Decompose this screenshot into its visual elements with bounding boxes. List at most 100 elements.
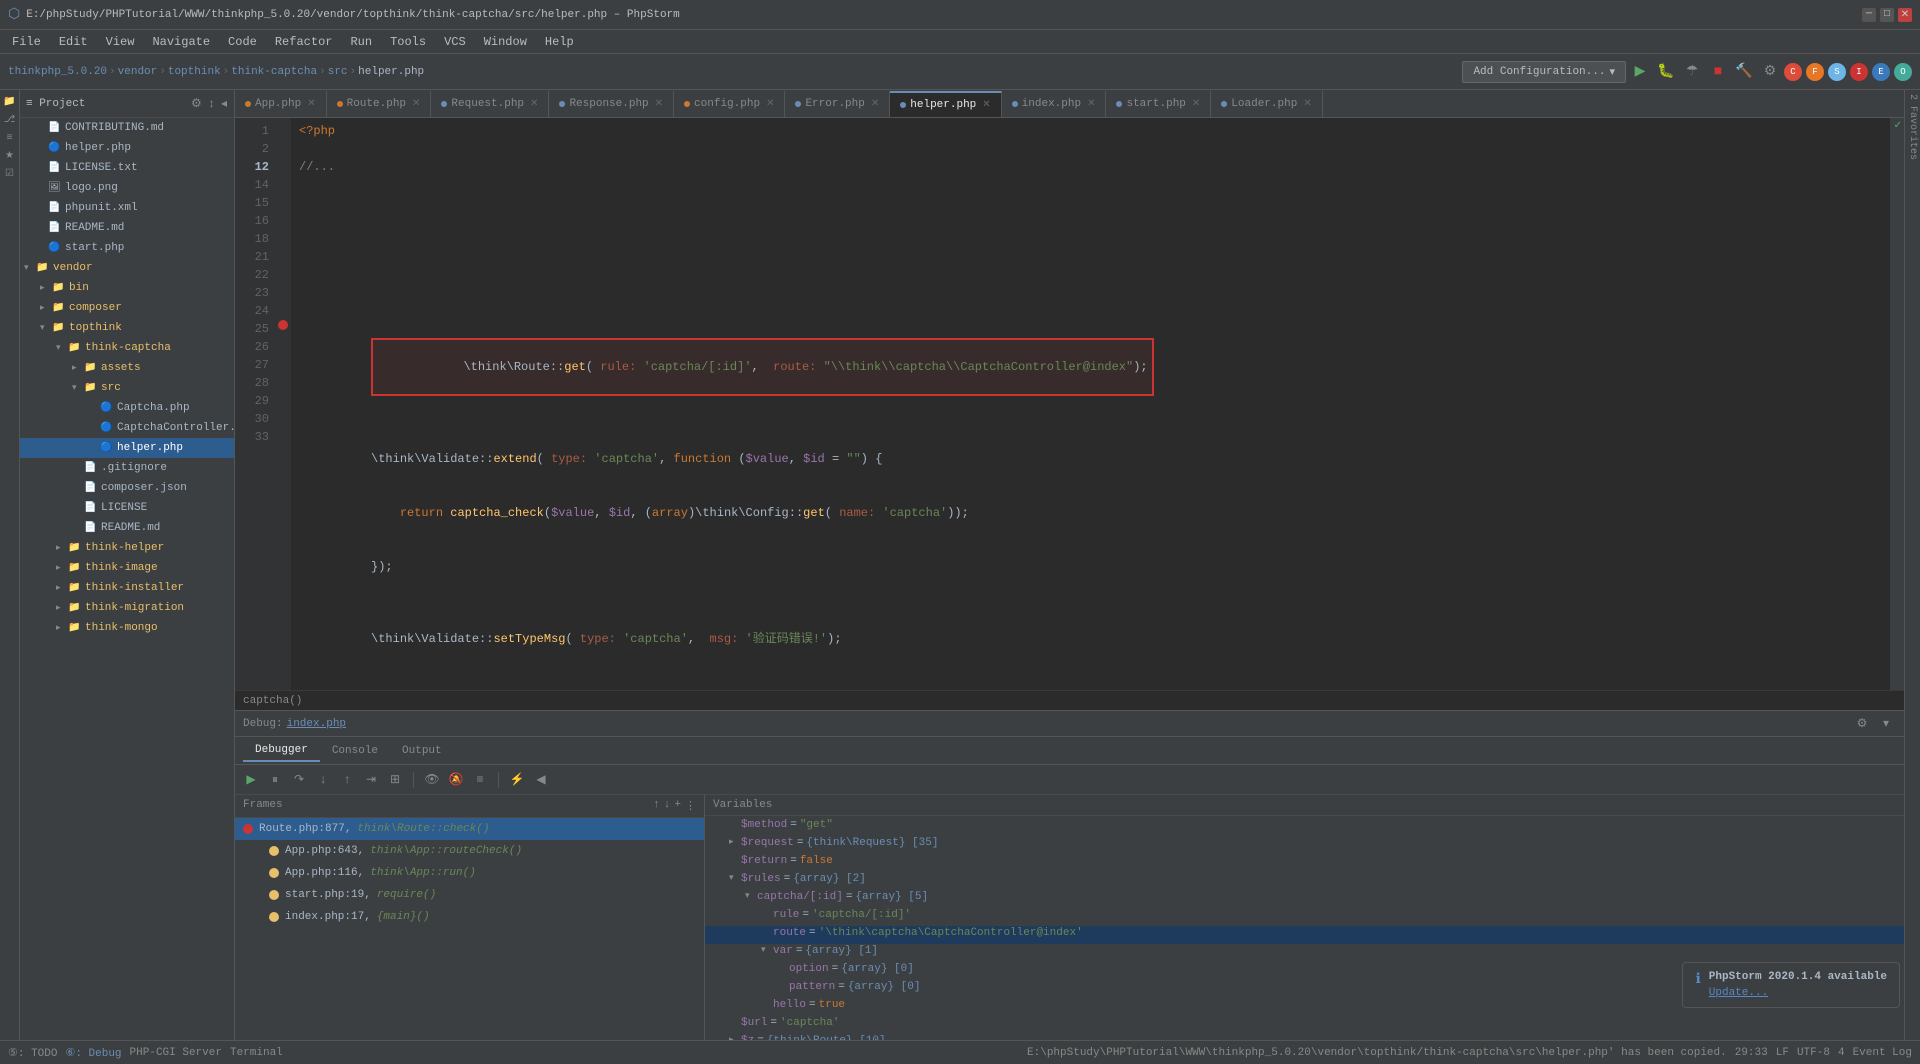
project-icon[interactable]: 📁 xyxy=(2,94,18,110)
pause-icon[interactable]: ⏸ xyxy=(265,770,285,790)
menu-vcs[interactable]: VCS xyxy=(436,33,474,51)
status-debug[interactable]: ⑥: Debug xyxy=(65,1046,121,1060)
tab-console[interactable]: Console xyxy=(320,741,390,761)
todo-icon[interactable]: ☑ xyxy=(2,166,18,182)
run-to-cursor-icon[interactable]: ⇥ xyxy=(361,770,381,790)
menu-tools[interactable]: Tools xyxy=(382,33,434,51)
frame-item-1[interactable]: App.php:643, think\App::routeCheck() xyxy=(235,840,704,862)
vcs-icon[interactable]: ⎇ xyxy=(2,112,18,128)
tree-item-readme2[interactable]: 📄 README.md xyxy=(20,518,234,538)
menu-refactor[interactable]: Refactor xyxy=(267,33,341,51)
code-editor[interactable]: 1 2 12 14 15 16 18 21 xyxy=(235,118,1904,690)
mute-icon[interactable]: 🔕 xyxy=(446,770,466,790)
tree-item-composer[interactable]: ▸ 📁 composer xyxy=(20,298,234,318)
tree-item-topthink[interactable]: ▾ 📁 topthink xyxy=(20,318,234,338)
frames-options-icon[interactable]: ⋮ xyxy=(685,799,696,813)
tree-item-logo[interactable]: 🖼 logo.png xyxy=(20,178,234,198)
close-button[interactable]: ✕ xyxy=(1898,8,1912,22)
window-controls[interactable]: ─ □ ✕ xyxy=(1862,8,1912,22)
status-todo[interactable]: ⑤: TODO xyxy=(8,1046,57,1060)
tree-item-license-txt[interactable]: 📄 LICENSE.txt xyxy=(20,158,234,178)
add-config-button[interactable]: Add Configuration... ▾ xyxy=(1462,61,1626,83)
hide-icon[interactable]: ▾ xyxy=(1876,714,1896,734)
tab-loader[interactable]: Loader.php ✕ xyxy=(1211,91,1322,117)
tab-response[interactable]: Response.php ✕ xyxy=(549,91,674,117)
ie-icon[interactable]: I xyxy=(1850,63,1868,81)
tree-item-think-image[interactable]: ▸ 📁 think-image xyxy=(20,558,234,578)
tree-item-readme[interactable]: 📄 README.md xyxy=(20,218,234,238)
watch-icon[interactable]: 👁 xyxy=(422,770,442,790)
chrome-icon[interactable]: C xyxy=(1784,63,1802,81)
resume-icon[interactable]: ▶ xyxy=(241,770,261,790)
menu-navigate[interactable]: Navigate xyxy=(144,33,218,51)
tab-close[interactable]: ✕ xyxy=(307,98,315,110)
tree-item-vendor[interactable]: ▾ 📁 vendor xyxy=(20,258,234,278)
tab-close[interactable]: ✕ xyxy=(1192,98,1200,110)
show-lib-frames-icon[interactable]: ⚡ xyxy=(507,770,527,790)
breadcrumb-vendor[interactable]: vendor xyxy=(118,66,158,78)
var-url[interactable]: $url = 'captcha' xyxy=(705,1016,1904,1034)
menu-view[interactable]: View xyxy=(98,33,143,51)
frames-icon[interactable]: ≡ xyxy=(470,770,490,790)
frames-up-icon[interactable]: ↑ xyxy=(653,799,660,813)
frame-item-3[interactable]: start.php:19, require() xyxy=(235,884,704,906)
tab-route[interactable]: Route.php ✕ xyxy=(327,91,432,117)
minimize-button[interactable]: ─ xyxy=(1862,8,1876,22)
tab-error[interactable]: Error.php ✕ xyxy=(785,91,890,117)
status-position[interactable]: 29:33 xyxy=(1735,1047,1768,1059)
run-button[interactable]: ▶ xyxy=(1630,62,1650,82)
status-event-log[interactable]: Event Log xyxy=(1853,1047,1912,1059)
tab-start[interactable]: start.php ✕ xyxy=(1106,91,1211,117)
status-indent[interactable]: 4 xyxy=(1838,1047,1845,1059)
tab-close[interactable]: ✕ xyxy=(1087,98,1095,110)
frames-add-icon[interactable]: + xyxy=(674,799,681,813)
safari-icon[interactable]: S xyxy=(1828,63,1846,81)
menu-edit[interactable]: Edit xyxy=(51,33,96,51)
tree-item-phpunit[interactable]: 📄 phpunit.xml xyxy=(20,198,234,218)
tab-helper[interactable]: helper.php ✕ xyxy=(890,91,1001,117)
panel-expand-icon[interactable]: ↕ xyxy=(207,96,216,112)
menu-help[interactable]: Help xyxy=(537,33,582,51)
tab-close[interactable]: ✕ xyxy=(871,98,879,110)
breadcrumb-file[interactable]: helper.php xyxy=(358,66,424,78)
coverage-button[interactable]: ☂ xyxy=(1682,62,1702,82)
tree-item-gitignore[interactable]: 📄 .gitignore xyxy=(20,458,234,478)
var-rules[interactable]: ▾ $rules = {array} [2] xyxy=(705,872,1904,890)
tree-item-captcha-controller[interactable]: 🔵 CaptchaController.php xyxy=(20,418,234,438)
frame-item-4[interactable]: index.php:17, {main}() xyxy=(235,906,704,928)
tab-index[interactable]: index.php ✕ xyxy=(1002,91,1107,117)
maximize-button[interactable]: □ xyxy=(1880,8,1894,22)
var-method[interactable]: $method = "get" xyxy=(705,818,1904,836)
tree-item-assets[interactable]: ▸ 📁 assets xyxy=(20,358,234,378)
tree-item-bin[interactable]: ▸ 📁 bin xyxy=(20,278,234,298)
tab-close[interactable]: ✕ xyxy=(655,98,663,110)
frames-down-icon[interactable]: ↓ xyxy=(664,799,671,813)
tree-item-helper[interactable]: 🔵 helper.php xyxy=(20,138,234,158)
tree-item-think-installer[interactable]: ▸ 📁 think-installer xyxy=(20,578,234,598)
tree-item-src[interactable]: ▾ 📁 src xyxy=(20,378,234,398)
tab-close[interactable]: ✕ xyxy=(530,98,538,110)
var-var[interactable]: ▾ var = {array} [1] xyxy=(705,944,1904,962)
fav-icon[interactable]: ★ xyxy=(2,148,18,164)
var-request[interactable]: ▸ $request = {think\Request} [35] xyxy=(705,836,1904,854)
var-z[interactable]: ▸ $z = {think\Route} [10] xyxy=(705,1034,1904,1040)
tree-item-think-helper[interactable]: ▸ 📁 think-helper xyxy=(20,538,234,558)
tree-item-start[interactable]: 🔵 start.php xyxy=(20,238,234,258)
breadcrumb-captcha[interactable]: think-captcha xyxy=(231,66,317,78)
tree-item-captcha-php[interactable]: 🔵 Captcha.php xyxy=(20,398,234,418)
opera-icon[interactable]: O xyxy=(1894,63,1912,81)
settings-icon[interactable]: ⚙ xyxy=(1852,714,1872,734)
tab-config[interactable]: config.php ✕ xyxy=(674,91,785,117)
tab-close[interactable]: ✕ xyxy=(1303,98,1311,110)
menu-code[interactable]: Code xyxy=(220,33,265,51)
frame-item-2[interactable]: App.php:116, think\App::run() xyxy=(235,862,704,884)
breakpoint-gutter[interactable] xyxy=(275,118,291,690)
step-into-icon[interactable]: ↓ xyxy=(313,770,333,790)
tree-item-think-captcha[interactable]: ▾ 📁 think-captcha xyxy=(20,338,234,358)
var-route[interactable]: route = '\think\captcha\CaptchaControlle… xyxy=(705,926,1904,944)
tab-close[interactable]: ✕ xyxy=(412,98,420,110)
tree-item-contributing[interactable]: 📄 CONTRIBUTING.md xyxy=(20,118,234,138)
tab-output[interactable]: Output xyxy=(390,741,454,761)
menu-run[interactable]: Run xyxy=(342,33,380,51)
debug-button[interactable]: 🐛 xyxy=(1656,62,1676,82)
